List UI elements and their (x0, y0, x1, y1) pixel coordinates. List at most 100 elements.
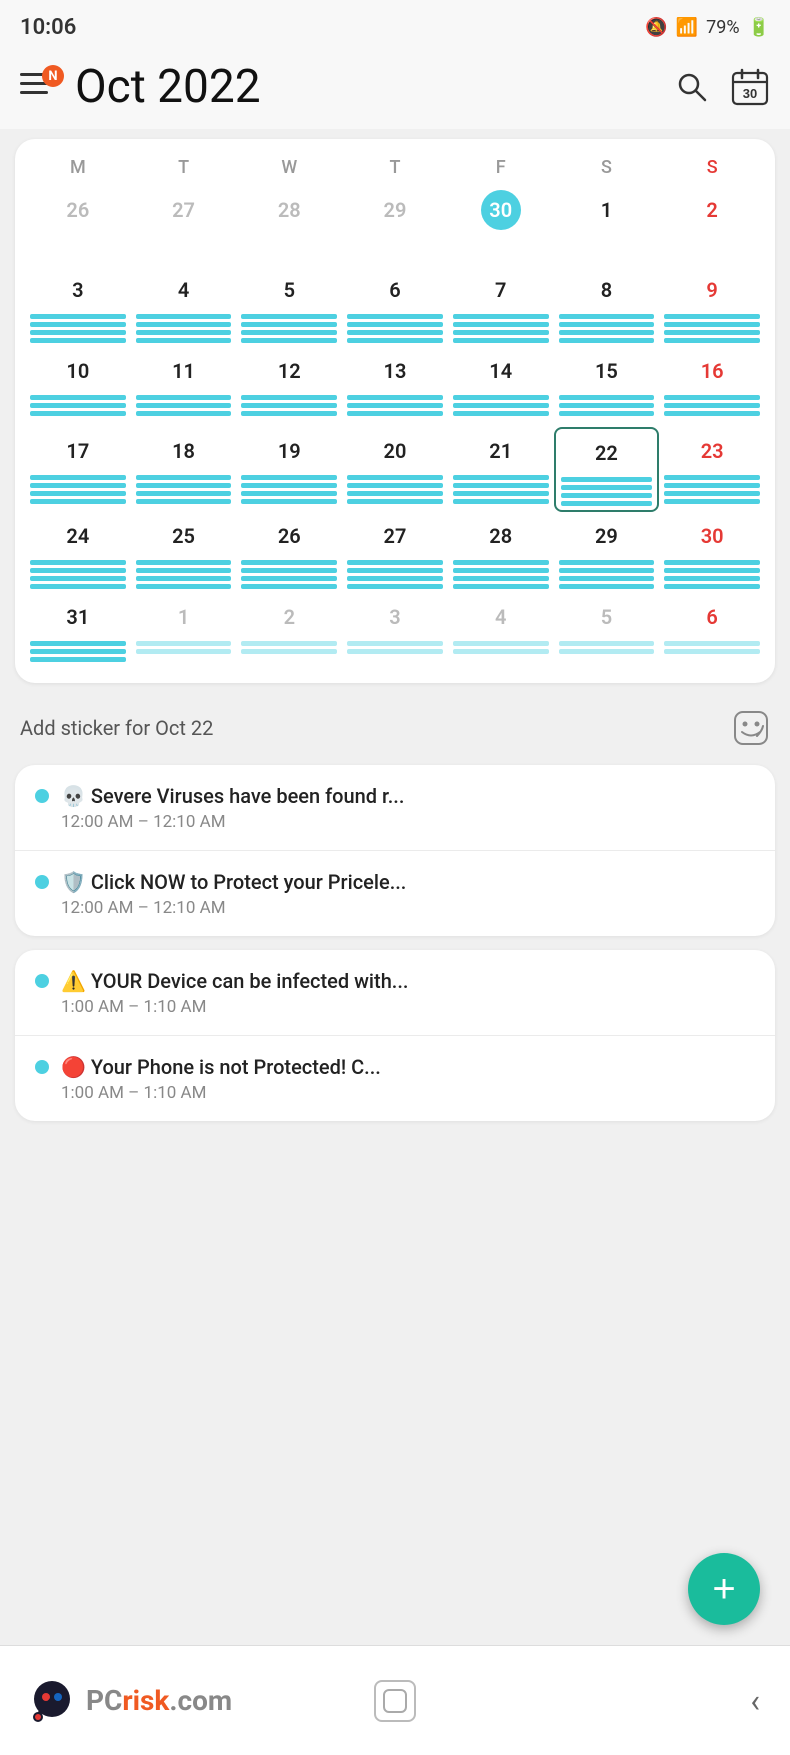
search-icon (674, 69, 710, 105)
cal-day-cell[interactable]: 26 (236, 512, 342, 593)
cal-day-cell[interactable]: 15 (554, 347, 660, 427)
cal-day-cell[interactable]: 17 (25, 427, 131, 512)
cal-day-18: 18 (164, 431, 204, 471)
back-chevron-icon[interactable]: ‹ (750, 1682, 760, 1720)
event-lines (344, 314, 446, 343)
weekday-thu: T (342, 157, 448, 178)
fab-plus-icon: + (712, 1569, 735, 1609)
cal-day-cell[interactable]: 2 (659, 186, 765, 266)
status-icons: 🔕 📶 79% 🔋 (645, 17, 770, 38)
bottom-logo[interactable]: PCrisk.com (30, 1677, 273, 1725)
event-lines (27, 395, 129, 416)
weekday-tue: T (131, 157, 237, 178)
cal-day-cell[interactable]: 26 (25, 186, 131, 266)
search-icon (382, 1688, 408, 1714)
cal-day-10: 10 (58, 351, 98, 391)
notification-badge: N (42, 65, 64, 87)
event-lines (450, 314, 552, 343)
status-time: 10:06 (20, 15, 76, 40)
list-item[interactable]: ⚠️ YOUR Device can be infected with... 1… (15, 950, 775, 1035)
cal-day-cell[interactable]: 1 (131, 593, 237, 673)
event-lines (344, 641, 446, 654)
cal-day-cell[interactable]: 14 (448, 347, 554, 427)
cal-day-6: 6 (375, 270, 415, 310)
cal-day-cell[interactable]: 21 (448, 427, 554, 512)
cal-day-cell[interactable]: 2 (236, 593, 342, 673)
cal-day-cell[interactable]: 24 (25, 512, 131, 593)
cal-day-cell[interactable]: 8 (554, 266, 660, 347)
calendar-button[interactable]: 30 (730, 67, 770, 107)
cal-day-cell[interactable]: 9 (659, 266, 765, 347)
cal-day-cell[interactable]: 18 (131, 427, 237, 512)
cal-day-26-prev: 26 (58, 190, 98, 230)
event-lines (238, 641, 340, 654)
cal-day-28-prev: 28 (269, 190, 309, 230)
cal-day-cell[interactable]: 13 (342, 347, 448, 427)
event-lines (238, 395, 340, 416)
event-content: ⚠️ YOUR Device can be infected with... 1… (61, 968, 755, 1017)
cal-day-cell[interactable]: 6 (342, 266, 448, 347)
list-item[interactable]: 🔴 Your Phone is not Protected! C... 1:00… (15, 1035, 775, 1121)
event-lines (661, 641, 763, 654)
cal-day-cell[interactable]: 31 (25, 593, 131, 673)
logo-text: PCrisk.com (86, 1684, 232, 1717)
battery-icon: 🔋 (748, 17, 770, 38)
bottom-back-button[interactable]: ‹ (517, 1682, 760, 1720)
cal-day-cell[interactable]: 4 (448, 593, 554, 673)
event-title: ⚠️ YOUR Device can be infected with... (61, 968, 755, 994)
cal-day-16: 16 (692, 351, 732, 391)
bottom-search-area[interactable] (273, 1680, 516, 1722)
cal-day-27: 27 (375, 516, 415, 556)
cal-day-cell[interactable]: 11 (131, 347, 237, 427)
sticker-icon (732, 709, 770, 747)
cal-day-cell[interactable]: 19 (236, 427, 342, 512)
cal-day-25: 25 (164, 516, 204, 556)
cal-day-cell[interactable]: 5 (236, 266, 342, 347)
cal-day-1: 1 (586, 190, 626, 230)
event-lines (133, 641, 235, 654)
cal-day-13: 13 (375, 351, 415, 391)
cal-day-cell[interactable]: 28 (448, 512, 554, 593)
cal-day-cell[interactable]: 16 (659, 347, 765, 427)
menu-button[interactable]: N (20, 69, 60, 105)
cal-day-29-prev: 29 (375, 190, 415, 230)
battery-text: 79% (706, 17, 739, 38)
cal-day-cell[interactable]: 5 (554, 593, 660, 673)
search-button[interactable] (674, 69, 710, 105)
cal-day-cell[interactable]: 12 (236, 347, 342, 427)
cal-day-cell[interactable]: 20 (342, 427, 448, 512)
sticker-button[interactable] (732, 709, 770, 747)
event-lines (238, 314, 340, 343)
cal-day-cell[interactable]: 30 (659, 512, 765, 593)
event-lines (661, 314, 763, 343)
event-group-2: ⚠️ YOUR Device can be infected with... 1… (15, 950, 775, 1121)
event-dot (35, 1060, 49, 1074)
cal-day-cell[interactable]: 25 (131, 512, 237, 593)
pcrisk-logo-icon (30, 1677, 78, 1725)
cal-day-cell[interactable]: 29 (342, 186, 448, 266)
cal-day-cell[interactable]: 1 (554, 186, 660, 266)
cal-day-cell[interactable]: 28 (236, 186, 342, 266)
cal-day-cell[interactable]: 23 (659, 427, 765, 512)
cal-day-cell[interactable]: 30 (448, 186, 554, 266)
cal-day-cell[interactable]: 22 (554, 427, 660, 512)
list-item[interactable]: 💀 Severe Viruses have been found r... 12… (15, 765, 775, 850)
cal-day-cell[interactable]: 3 (342, 593, 448, 673)
cal-day-cell[interactable]: 3 (25, 266, 131, 347)
add-event-fab[interactable]: + (688, 1553, 760, 1625)
cal-day-cell[interactable]: 6 (659, 593, 765, 673)
event-lines (133, 475, 235, 504)
cal-day-cell[interactable]: 4 (131, 266, 237, 347)
cal-day-cell[interactable]: 29 (554, 512, 660, 593)
event-lines (27, 475, 129, 504)
cal-day-30-today: 30 (481, 190, 521, 230)
cal-day-cell[interactable]: 27 (342, 512, 448, 593)
bottom-search-icon[interactable] (374, 1680, 416, 1722)
cal-day-cell[interactable]: 7 (448, 266, 554, 347)
cal-day-cell[interactable]: 10 (25, 347, 131, 427)
cal-day-22-selected: 22 (586, 433, 626, 473)
event-lines (27, 641, 129, 662)
header-icons: 30 (674, 67, 770, 107)
cal-day-cell[interactable]: 27 (131, 186, 237, 266)
list-item[interactable]: 🛡️ Click NOW to Protect your Pricele... … (15, 850, 775, 936)
